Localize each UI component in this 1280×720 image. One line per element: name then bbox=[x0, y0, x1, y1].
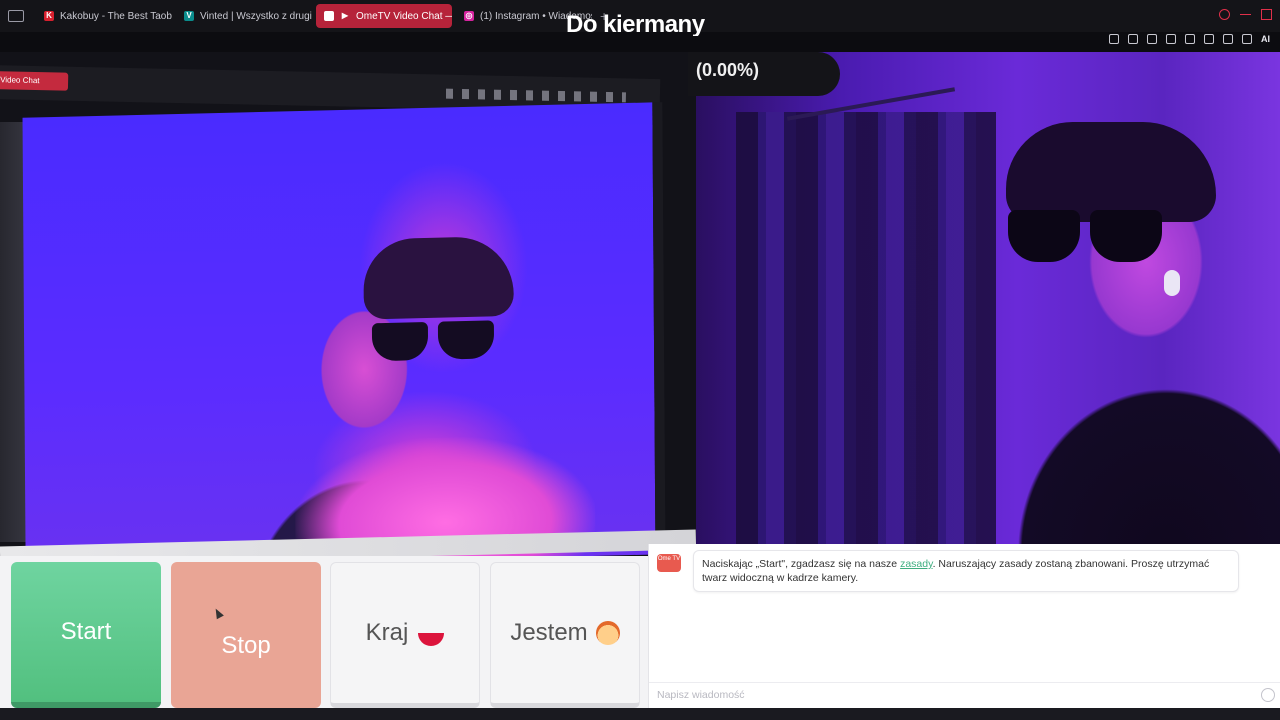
tab-label: Kakobuy - The Best Taob bbox=[60, 10, 172, 22]
tab-label: Vinted | Wszystko z drugi bbox=[200, 10, 312, 22]
search-icon[interactable] bbox=[1219, 9, 1230, 20]
tab-vinted[interactable]: V Vinted | Wszystko z drugi bbox=[176, 4, 312, 28]
ometv-favicon-icon bbox=[324, 11, 334, 21]
message-input[interactable] bbox=[649, 683, 1249, 707]
tab-menu-icon[interactable] bbox=[8, 10, 24, 22]
play-icon[interactable] bbox=[1185, 34, 1195, 44]
country-button[interactable]: Kraj bbox=[330, 562, 480, 708]
download-icon[interactable] bbox=[1242, 34, 1252, 44]
minimize-icon[interactable] bbox=[1240, 9, 1251, 15]
stop-button[interactable]: Stop bbox=[171, 562, 321, 708]
message-text-before: Naciskając „Start", zgadzasz się na nasz… bbox=[702, 558, 901, 570]
camera-sunglasses bbox=[1008, 210, 1168, 266]
vinted-favicon-icon: V bbox=[184, 11, 194, 21]
bookmark-icon[interactable] bbox=[1109, 34, 1119, 44]
chat-controls: Start Stop Kraj Jestem bbox=[0, 556, 648, 720]
translate-icon[interactable] bbox=[1166, 34, 1176, 44]
browser-toolbar: AI bbox=[1109, 32, 1270, 46]
earbud bbox=[1164, 270, 1180, 296]
tab-ometv[interactable]: ▶ OmeTV Video Chat — bbox=[316, 4, 452, 28]
recorded-toolbar-icons bbox=[445, 88, 626, 103]
restore-icon[interactable] bbox=[1261, 9, 1272, 20]
overlay-percent: (0.00%) bbox=[696, 60, 760, 80]
clothes-rack bbox=[736, 112, 996, 544]
country-label: Kraj bbox=[365, 619, 409, 646]
ai-assistant-button[interactable]: AI bbox=[1261, 34, 1270, 44]
ometv-logo: Ome TV bbox=[657, 554, 681, 572]
speaker-icon: ▶ bbox=[341, 11, 349, 20]
stop-label: Stop bbox=[221, 632, 271, 659]
start-button[interactable]: Start bbox=[11, 562, 161, 708]
instagram-favicon-icon: ◎ bbox=[464, 11, 474, 21]
kakobuy-favicon-icon: K bbox=[44, 11, 54, 21]
account-icon[interactable] bbox=[1223, 34, 1233, 44]
start-label: Start bbox=[60, 618, 112, 645]
recorded-tab: Video Chat bbox=[0, 70, 69, 91]
camera-hair bbox=[1006, 122, 1216, 222]
tab-kakobuy[interactable]: K Kakobuy - The Best Taob bbox=[36, 4, 172, 28]
screen: K Kakobuy - The Best Taob V Vinted | Wsz… bbox=[0, 0, 1280, 720]
emoji-picker-icon[interactable] bbox=[1261, 688, 1275, 702]
recorded-hair bbox=[363, 235, 514, 320]
gender-label: Jestem bbox=[510, 619, 588, 646]
recorded-sunglasses bbox=[371, 320, 502, 365]
heart-icon[interactable] bbox=[1204, 34, 1214, 44]
recorded-screen bbox=[22, 102, 666, 556]
taskbar-strip bbox=[0, 708, 1280, 720]
boy-emoji-icon bbox=[595, 621, 620, 645]
shield-icon[interactable] bbox=[1147, 34, 1157, 44]
screenshot-icon[interactable] bbox=[1128, 34, 1138, 44]
tab-label: OmeTV Video Chat — bbox=[356, 10, 452, 22]
window-controls bbox=[1219, 9, 1272, 20]
stream-overlay-title: Do kiermany bbox=[566, 11, 705, 36]
gender-button[interactable]: Jestem bbox=[490, 562, 640, 708]
system-message: Naciskając „Start", zgadzasz się na nasz… bbox=[693, 550, 1239, 592]
poland-flag-icon bbox=[418, 632, 445, 646]
self-camera-video bbox=[696, 52, 1280, 544]
chat-panel: Ome TV Naciskając „Start", zgadzasz się … bbox=[648, 544, 1280, 720]
stranger-video: Video Chat bbox=[0, 52, 696, 556]
message-input-area bbox=[649, 682, 1280, 708]
rules-link[interactable]: zasady bbox=[900, 558, 933, 570]
